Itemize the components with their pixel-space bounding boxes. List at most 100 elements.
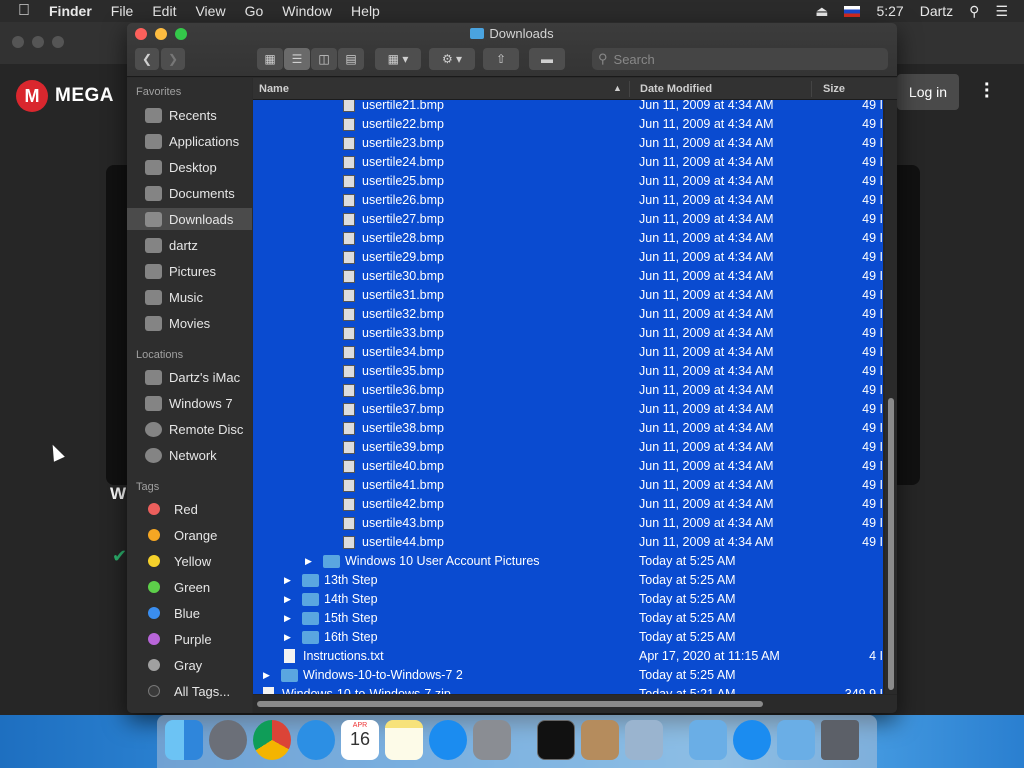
trash-icon[interactable]	[821, 720, 859, 760]
menu-file[interactable]: File	[111, 3, 134, 19]
sidebar-item-desktop[interactable]: Desktop	[127, 156, 252, 178]
sidebar-item-pictures[interactable]: Pictures	[127, 260, 252, 282]
downloads-folder-icon[interactable]	[777, 720, 815, 760]
table-row[interactable]: Instructions.txt Apr 17, 2020 at 11:15 AM…	[253, 647, 883, 666]
menu-clock[interactable]: 5:27	[876, 3, 903, 19]
table-row[interactable]: usertile33.bmp Jun 11, 2009 at 4:34 AM 49 …	[253, 324, 883, 343]
column-name-header[interactable]: Name	[259, 83, 289, 95]
action-gear-icon[interactable]: ⚙ ▾	[429, 48, 475, 70]
column-divider[interactable]	[811, 81, 812, 97]
system-preferences-icon[interactable]	[473, 720, 511, 760]
disclosure-triangle-icon[interactable]: ▶	[305, 556, 315, 567]
table-row[interactable]: usertile42.bmp Jun 11, 2009 at 4:34 AM 49 …	[253, 495, 883, 514]
table-row[interactable]: ▶ 15th Step Today at 5:25 AM	[253, 609, 883, 628]
forward-button[interactable]: ❯	[161, 48, 185, 70]
column-date-header[interactable]: Date Modified	[640, 83, 712, 95]
menu-app-name[interactable]: Finder	[49, 3, 92, 19]
group-by-button[interactable]: ▦ ▾	[375, 48, 421, 70]
column-size-header[interactable]: Size	[823, 83, 845, 95]
horizontal-scrollbar[interactable]	[253, 695, 897, 713]
table-row[interactable]: usertile35.bmp Jun 11, 2009 at 4:34 AM 49 …	[253, 362, 883, 381]
sidebar-tag-orange[interactable]: Orange	[127, 524, 252, 546]
input-source-flag-icon[interactable]	[844, 5, 861, 17]
vertical-scrollbar[interactable]	[885, 100, 897, 694]
menu-view[interactable]: View	[195, 3, 225, 19]
list-view-button[interactable]: ☰	[284, 48, 310, 70]
table-row[interactable]: usertile32.bmp Jun 11, 2009 at 4:34 AM 49 …	[253, 305, 883, 324]
table-row[interactable]: usertile36.bmp Jun 11, 2009 at 4:34 AM 49 …	[253, 381, 883, 400]
sidebar-item-documents[interactable]: Documents	[127, 182, 252, 204]
table-row[interactable]: usertile29.bmp Jun 11, 2009 at 4:34 AM 49 …	[253, 248, 883, 267]
table-row[interactable]: usertile40.bmp Jun 11, 2009 at 4:34 AM 49 …	[253, 457, 883, 476]
table-row[interactable]: usertile41.bmp Jun 11, 2009 at 4:34 AM 49 …	[253, 476, 883, 495]
more-options-icon[interactable]: · · ·	[984, 75, 991, 107]
table-row[interactable]: usertile28.bmp Jun 11, 2009 at 4:34 AM 49 …	[253, 229, 883, 248]
menu-window[interactable]: Window	[282, 3, 332, 19]
sidebar-tag-red[interactable]: Red	[127, 498, 252, 520]
sidebar-item-downloads[interactable]: Downloads	[127, 208, 252, 230]
preview-icon[interactable]	[625, 720, 663, 760]
table-row[interactable]: usertile25.bmp Jun 11, 2009 at 4:34 AM 49 …	[253, 172, 883, 191]
terminal-icon[interactable]	[537, 720, 575, 760]
sidebar-tag-purple[interactable]: Purple	[127, 628, 252, 650]
table-row[interactable]: ▶ 14th Step Today at 5:25 AM	[253, 590, 883, 609]
safari-icon[interactable]	[297, 720, 335, 760]
table-row[interactable]: usertile23.bmp Jun 11, 2009 at 4:34 AM 49 …	[253, 134, 883, 153]
sidebar-tag-yellow[interactable]: Yellow	[127, 550, 252, 572]
back-button[interactable]: ❮	[135, 48, 159, 70]
table-row[interactable]: usertile39.bmp Jun 11, 2009 at 4:34 AM 49 …	[253, 438, 883, 457]
table-row[interactable]: usertile27.bmp Jun 11, 2009 at 4:34 AM 49 …	[253, 210, 883, 229]
table-row[interactable]: usertile34.bmp Jun 11, 2009 at 4:34 AM 49 …	[253, 343, 883, 362]
horizontal-scroll-thumb[interactable]	[257, 701, 763, 707]
table-row[interactable]: usertile43.bmp Jun 11, 2009 at 4:34 AM 49 …	[253, 514, 883, 533]
table-row[interactable]: usertile44.bmp Jun 11, 2009 at 4:34 AM 49 …	[253, 533, 883, 552]
table-row[interactable]: usertile24.bmp Jun 11, 2009 at 4:34 AM 49 …	[253, 153, 883, 172]
login-button[interactable]: Log in	[897, 74, 959, 110]
app-store-download-icon[interactable]	[733, 720, 771, 760]
icon-view-button[interactable]: ▦	[257, 48, 283, 70]
sidebar-tag-blue[interactable]: Blue	[127, 602, 252, 624]
archive-utility-icon[interactable]	[581, 720, 619, 760]
mega-logo[interactable]: M MEGA	[16, 80, 114, 112]
search-input[interactable]: ⚲ Search	[592, 48, 888, 70]
table-row[interactable]: usertile37.bmp Jun 11, 2009 at 4:34 AM 49 …	[253, 400, 883, 419]
sidebar-item-windows-7[interactable]: Windows 7	[127, 392, 252, 414]
sidebar-tag-green[interactable]: Green	[127, 576, 252, 598]
menu-go[interactable]: Go	[245, 3, 264, 19]
notification-center-icon[interactable]: ☰	[995, 3, 1008, 20]
applications-folder-icon[interactable]	[689, 720, 727, 760]
table-row[interactable]: ▶ 13th Step Today at 5:25 AM	[253, 571, 883, 590]
spotlight-icon[interactable]: ⚲	[969, 3, 979, 20]
calendar-icon[interactable]: APR 16	[341, 720, 379, 760]
gallery-view-button[interactable]: ▤	[338, 48, 364, 70]
table-row[interactable]: usertile38.bmp Jun 11, 2009 at 4:34 AM 49 …	[253, 419, 883, 438]
launchpad-icon[interactable]	[209, 720, 247, 760]
notes-icon[interactable]	[385, 720, 423, 760]
disclosure-triangle-icon[interactable]: ▶	[263, 670, 273, 681]
sidebar-tag-gray[interactable]: Gray	[127, 654, 252, 676]
sidebar-item-music[interactable]: Music	[127, 286, 252, 308]
chrome-icon[interactable]	[253, 720, 291, 760]
browser-close-button[interactable]	[12, 36, 24, 48]
browser-minimize-button[interactable]	[32, 36, 44, 48]
sidebar-item-home[interactable]: dartz	[127, 234, 252, 256]
column-view-button[interactable]: ◫	[311, 48, 337, 70]
edit-tags-icon[interactable]: ▬	[529, 48, 565, 70]
disclosure-triangle-icon[interactable]: ▶	[284, 632, 294, 643]
app-store-icon[interactable]	[429, 720, 467, 760]
column-divider[interactable]	[629, 81, 630, 97]
table-row[interactable]: Windows-10-to-Windows-7.zip Today at 5:21…	[253, 685, 883, 694]
apple-icon[interactable]: 	[18, 2, 30, 20]
sidebar-item-network[interactable]: Network	[127, 444, 252, 466]
disclosure-triangle-icon[interactable]: ▶	[284, 594, 294, 605]
table-row[interactable]: usertile22.bmp Jun 11, 2009 at 4:34 AM 49 …	[253, 115, 883, 134]
share-icon[interactable]: ⇧	[483, 48, 519, 70]
sidebar-item-recents[interactable]: Recents	[127, 104, 252, 126]
table-row[interactable]: ▶ Windows 10 User Account Pictures Today a…	[253, 552, 883, 571]
sidebar-item-remote-disc[interactable]: Remote Disc	[127, 418, 252, 440]
table-row[interactable]: usertile31.bmp Jun 11, 2009 at 4:34 AM 49 …	[253, 286, 883, 305]
disclosure-triangle-icon[interactable]: ▶	[284, 613, 294, 624]
sidebar-item-movies[interactable]: Movies	[127, 312, 252, 334]
sidebar-all-tags[interactable]: All Tags...	[127, 680, 252, 702]
menu-help[interactable]: Help	[351, 3, 380, 19]
